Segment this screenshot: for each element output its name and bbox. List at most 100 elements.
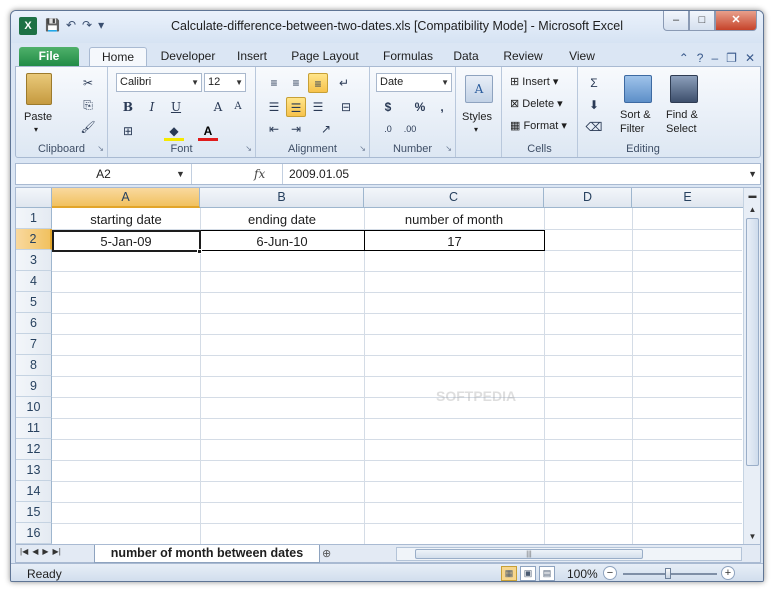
- insert-cells-button[interactable]: ⊞ Insert ▾: [510, 75, 558, 88]
- save-icon[interactable]: 💾: [45, 18, 60, 32]
- decrease-decimal-icon[interactable]: .00: [400, 119, 420, 139]
- bold-button[interactable]: B: [118, 97, 138, 117]
- fill-color-icon[interactable]: ◆: [164, 121, 184, 141]
- font-name-combo[interactable]: Calibri ▼: [116, 73, 202, 92]
- minimize-ribbon-icon[interactable]: ⌃: [679, 51, 689, 65]
- scroll-down-icon[interactable]: ▼: [744, 530, 760, 544]
- select-all-button[interactable]: [16, 188, 52, 208]
- zoom-level[interactable]: 100%: [567, 567, 598, 581]
- font-color-icon[interactable]: A: [198, 121, 218, 141]
- row-header-9[interactable]: 9: [16, 376, 52, 397]
- help-icon[interactable]: ?: [697, 51, 704, 65]
- scroll-up-icon[interactable]: ▲: [744, 203, 760, 217]
- font-launcher-icon[interactable]: ↘: [245, 144, 252, 153]
- formula-input[interactable]: 2009.01.05: [282, 164, 748, 184]
- autosum-icon[interactable]: Σ: [584, 73, 604, 93]
- column-header-b[interactable]: B: [200, 188, 364, 208]
- bottom-align-icon[interactable]: ≡: [308, 73, 328, 93]
- tab-formulas[interactable]: Formulas: [373, 47, 443, 67]
- styles-label[interactable]: Styles: [462, 111, 492, 123]
- row-header-16[interactable]: 16: [16, 523, 52, 544]
- sort-filter-label[interactable]: Sort &: [620, 109, 651, 121]
- number-format-combo[interactable]: Date ▼: [376, 73, 452, 92]
- page-break-view-icon[interactable]: ▤: [539, 566, 555, 581]
- horizontal-scroll-thumb[interactable]: |||: [415, 549, 643, 559]
- close-button[interactable]: ✕: [715, 11, 757, 31]
- find-select-label-2[interactable]: Select: [666, 123, 697, 135]
- tab-insert[interactable]: Insert: [229, 47, 275, 67]
- sort-filter-icon[interactable]: [624, 75, 652, 103]
- cell-a1[interactable]: starting date: [52, 209, 200, 230]
- workbook-minimize-icon[interactable]: –: [711, 51, 718, 65]
- maximize-button[interactable]: □: [689, 11, 715, 31]
- decrease-indent-icon[interactable]: ⇤: [264, 119, 284, 139]
- cut-icon[interactable]: ✂: [78, 73, 98, 93]
- minimize-button[interactable]: –: [663, 11, 689, 31]
- column-header-d[interactable]: D: [544, 188, 632, 208]
- number-launcher-icon[interactable]: ↘: [445, 144, 452, 153]
- row-header-7[interactable]: 7: [16, 334, 52, 355]
- comma-button[interactable]: ,: [432, 97, 452, 117]
- insert-sheet-icon[interactable]: ⊕: [322, 547, 331, 560]
- tab-data[interactable]: Data: [449, 47, 483, 67]
- cell-b2[interactable]: 6-Jun-10: [199, 230, 365, 251]
- row-header-12[interactable]: 12: [16, 439, 52, 460]
- workbook-restore-icon[interactable]: ❐: [726, 51, 737, 65]
- normal-view-icon[interactable]: ▦: [501, 566, 517, 581]
- styles-dropdown-icon[interactable]: ▾: [474, 125, 478, 134]
- clear-icon[interactable]: ⌫: [584, 117, 604, 137]
- increase-decimal-icon[interactable]: .0: [378, 119, 398, 139]
- align-right-icon[interactable]: ☰: [308, 97, 328, 117]
- paste-label[interactable]: Paste: [24, 111, 52, 123]
- format-painter-icon[interactable]: 🖌: [78, 117, 98, 137]
- name-box[interactable]: A2: [16, 164, 192, 184]
- qat-customize-icon[interactable]: ▾: [98, 18, 104, 32]
- fill-handle[interactable]: [197, 249, 202, 254]
- middle-align-icon[interactable]: ≡: [286, 73, 306, 93]
- tab-review[interactable]: Review: [499, 47, 547, 67]
- format-cells-button[interactable]: ▦ Format ▾: [510, 119, 567, 132]
- horizontal-scrollbar[interactable]: |||: [396, 547, 742, 561]
- row-header-5[interactable]: 5: [16, 292, 52, 313]
- grow-font-button[interactable]: A: [208, 97, 228, 117]
- shrink-font-button[interactable]: A: [228, 97, 248, 117]
- worksheet-grid[interactable]: A B C D E 1 2 3 4 5 6 7 8 9 10 11 12 13 14 15 16 starti…: [15, 187, 761, 545]
- tab-page-layout[interactable]: Page Layout: [283, 47, 367, 67]
- prev-sheet-icon[interactable]: ◀: [32, 547, 38, 556]
- vertical-scroll-thumb[interactable]: [746, 218, 759, 466]
- column-header-c[interactable]: C: [364, 188, 544, 208]
- zoom-slider-knob[interactable]: [665, 568, 671, 579]
- row-header-4[interactable]: 4: [16, 271, 52, 292]
- redo-icon[interactable]: ↷: [82, 18, 92, 32]
- styles-icon[interactable]: A: [465, 75, 493, 103]
- column-header-a[interactable]: A: [52, 188, 200, 208]
- row-header-8[interactable]: 8: [16, 355, 52, 376]
- row-header-2[interactable]: 2: [16, 229, 52, 250]
- fill-icon[interactable]: ⬇: [584, 95, 604, 115]
- tab-file[interactable]: File: [19, 47, 79, 67]
- split-box-icon[interactable]: ▬: [744, 189, 760, 203]
- chevron-down-icon[interactable]: ▼: [176, 164, 185, 184]
- find-select-icon[interactable]: [670, 75, 698, 103]
- last-sheet-icon[interactable]: ▶|: [53, 547, 61, 556]
- paste-icon[interactable]: [26, 73, 52, 105]
- find-select-label[interactable]: Find &: [666, 109, 698, 121]
- expand-formula-bar-icon[interactable]: ▼: [748, 164, 757, 184]
- insert-function-icon[interactable]: fx: [254, 164, 265, 184]
- tab-view[interactable]: View: [563, 47, 601, 67]
- zoom-out-icon[interactable]: −: [603, 566, 617, 580]
- workbook-close-icon[interactable]: ✕: [745, 51, 755, 65]
- borders-icon[interactable]: ⊞: [118, 121, 138, 141]
- undo-icon[interactable]: ↶: [66, 18, 76, 32]
- row-header-15[interactable]: 15: [16, 502, 52, 523]
- copy-icon[interactable]: ⎘: [78, 95, 98, 115]
- orientation-icon[interactable]: ↗: [316, 119, 336, 139]
- row-header-14[interactable]: 14: [16, 481, 52, 502]
- percent-button[interactable]: %: [410, 97, 430, 117]
- cell-c1[interactable]: number of month: [364, 209, 544, 230]
- merge-center-icon[interactable]: ⊟: [336, 97, 356, 117]
- align-center-icon[interactable]: ☰: [286, 97, 306, 117]
- font-size-combo[interactable]: 12 ▼: [204, 73, 246, 92]
- zoom-in-icon[interactable]: +: [721, 566, 735, 580]
- italic-button[interactable]: I: [142, 97, 162, 117]
